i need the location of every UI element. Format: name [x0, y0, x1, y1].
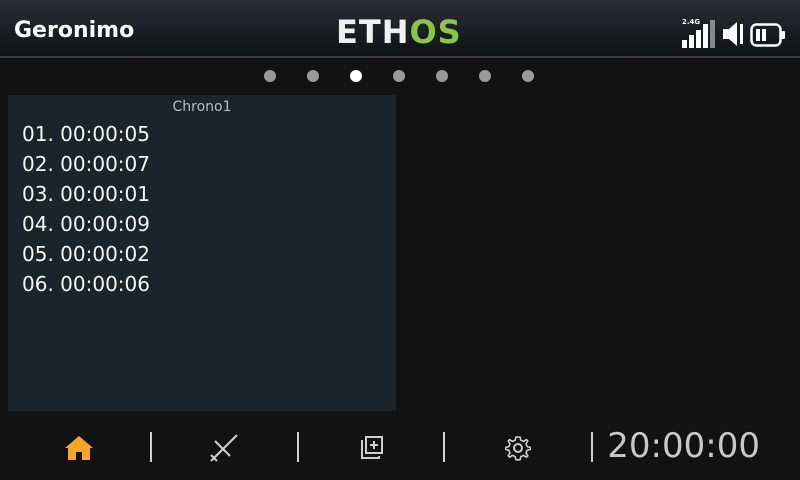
list-item: 05. 00:00:02	[22, 242, 150, 266]
airplane-icon	[210, 434, 238, 462]
status-icons: 2.4G	[682, 16, 786, 48]
rf-signal-icon: 2.4G	[682, 18, 716, 48]
settings-button[interactable]	[500, 432, 536, 464]
top-bar: Geronimo ETHOS 2.4G	[0, 0, 800, 58]
home-button[interactable]	[61, 432, 97, 464]
page-dot[interactable]	[522, 70, 534, 82]
divider	[297, 432, 299, 462]
widget-title: Chrono1	[172, 99, 232, 115]
list-item: 06. 00:00:06	[22, 272, 150, 296]
list-item: 04. 00:00:09	[22, 212, 150, 236]
list-item: 02. 00:00:07	[22, 152, 150, 176]
home-icon	[65, 436, 93, 460]
lap-list: 01. 00:00:05 02. 00:00:07 03. 00:00:01 0…	[22, 121, 150, 301]
ethos-logo: ETHOS	[336, 13, 462, 51]
page-dot[interactable]	[393, 70, 405, 82]
page-indicator	[0, 70, 800, 82]
page-dot[interactable]	[350, 70, 362, 82]
widgets-button[interactable]	[354, 432, 390, 464]
page-dot[interactable]	[307, 70, 319, 82]
page-dot[interactable]	[479, 70, 491, 82]
page-dot[interactable]	[436, 70, 448, 82]
bottom-bar: 20:00:00	[0, 418, 800, 480]
speaker-icon[interactable]	[722, 20, 744, 48]
gear-icon	[505, 436, 531, 461]
page-dot[interactable]	[264, 70, 276, 82]
clock: 20:00:00	[607, 426, 760, 466]
widgets-icon	[361, 436, 383, 459]
model-button[interactable]	[206, 432, 242, 464]
list-item: 01. 00:00:05	[22, 122, 150, 146]
divider	[150, 432, 152, 462]
battery-icon	[750, 23, 785, 47]
list-item: 03. 00:00:01	[22, 182, 150, 206]
model-name[interactable]: Geronimo	[14, 18, 134, 43]
divider	[591, 432, 593, 462]
chrono-widget[interactable]: Chrono1 01. 00:00:05 02. 00:00:07 03. 00…	[8, 95, 396, 411]
divider	[443, 432, 445, 462]
